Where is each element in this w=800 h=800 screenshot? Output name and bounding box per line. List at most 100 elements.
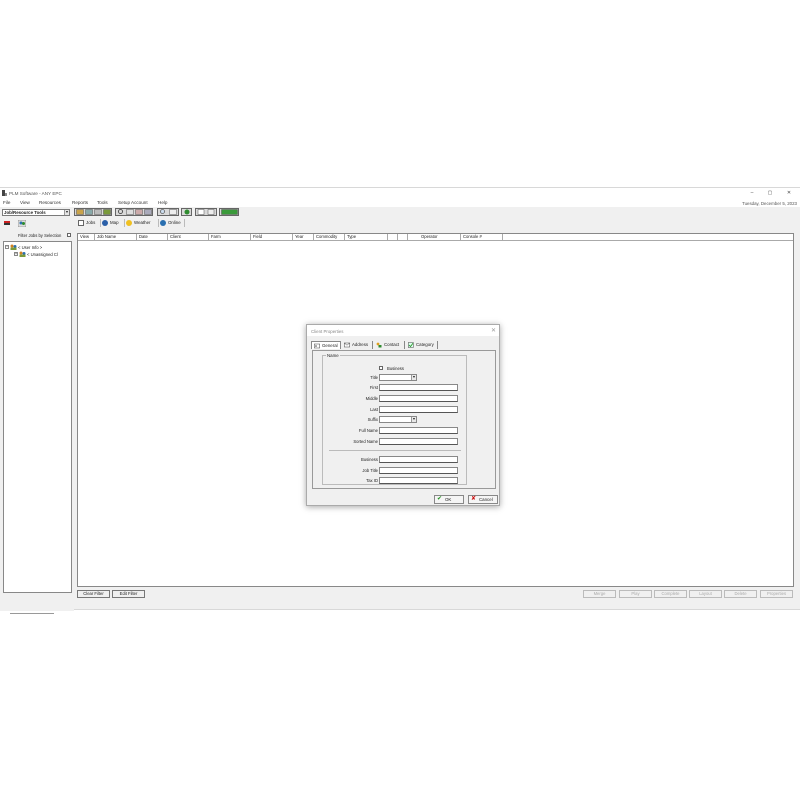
document-icon[interactable]	[197, 209, 205, 215]
cancel-button[interactable]: ✘ Cancel	[468, 495, 498, 504]
clear-filter-button[interactable]: Clear Filter	[77, 590, 110, 598]
tab-map[interactable]: Map	[101, 219, 125, 227]
business-label: Business	[361, 457, 378, 462]
tab-online[interactable]: Online	[159, 219, 185, 227]
tab-address[interactable]: Address	[342, 341, 373, 349]
delete-button[interactable]: Delete	[724, 590, 757, 598]
menu-file[interactable]: File	[3, 200, 10, 205]
chevron-down-icon[interactable]: ▼	[411, 375, 416, 380]
new-job-icon[interactable]	[76, 209, 84, 215]
column-header-view[interactable]: View	[78, 234, 95, 240]
tax-id-row: Tax ID	[323, 477, 468, 484]
flag-icon[interactable]	[3, 220, 11, 227]
ok-button[interactable]: ✔ OK	[434, 495, 464, 504]
horizontal-scrollbar[interactable]	[10, 613, 54, 614]
first-row: First	[323, 384, 468, 391]
tax-id-input[interactable]	[379, 477, 458, 484]
globe-icon	[102, 220, 108, 226]
column-header-type[interactable]: Type	[345, 234, 388, 240]
middle-row: Middle	[323, 395, 468, 402]
column-header-blank[interactable]	[398, 234, 408, 240]
column-header-year[interactable]: Year	[293, 234, 314, 240]
business-checkbox[interactable]	[379, 366, 383, 370]
zoom-icon[interactable]	[159, 209, 167, 215]
envelope-icon	[344, 342, 350, 348]
dialog-close-icon[interactable]: ✕	[491, 327, 496, 334]
tab-label: Map	[110, 220, 119, 225]
layout-button[interactable]: Layout	[689, 590, 722, 598]
sorted-name-input[interactable]	[379, 438, 458, 445]
report-icon[interactable]	[207, 209, 215, 215]
menu-bar: File View Resources Reports Tools Setup …	[0, 198, 800, 207]
menu-view[interactable]: View	[20, 200, 30, 205]
suffix-select[interactable]: ▼	[379, 416, 417, 423]
complete-button[interactable]: Complete	[654, 590, 687, 598]
column-header-console[interactable]: Console #	[461, 234, 503, 240]
category-check-icon	[408, 342, 414, 348]
middle-name-input[interactable]	[379, 395, 458, 402]
open-job-icon[interactable]	[85, 209, 93, 215]
tab-general[interactable]: General	[311, 341, 341, 349]
first-name-input[interactable]	[379, 384, 458, 391]
tab-jobs[interactable]: Jobs	[77, 219, 101, 227]
tab-label: Jobs	[86, 220, 96, 225]
tool-select[interactable]: Job/Resource Tools ▼	[2, 209, 70, 216]
column-header-job-name[interactable]: Job Name	[95, 234, 137, 240]
chevron-down-icon[interactable]: ▼	[64, 210, 69, 215]
collapse-icon[interactable]: −	[5, 245, 9, 249]
expand-icon[interactable]: +	[14, 252, 18, 256]
map-grid-icon[interactable]	[221, 209, 238, 215]
column-header-farm[interactable]: Farm	[209, 234, 251, 240]
edit-filter-button[interactable]: Edit Filter	[112, 590, 145, 598]
tab-contact[interactable]: Contact	[374, 341, 405, 349]
menu-reports[interactable]: Reports	[72, 200, 88, 205]
maximize-button[interactable]: ▢	[762, 189, 778, 197]
play-button[interactable]: Play	[619, 590, 652, 598]
chevron-down-icon[interactable]: ▼	[411, 417, 416, 422]
title-select[interactable]: ▼	[379, 374, 417, 381]
column-header-blank[interactable]	[388, 234, 398, 240]
tab-weather[interactable]: Weather	[125, 219, 159, 227]
dialog-title-bar: Client Properties ✕	[307, 325, 499, 336]
resource-tree[interactable]: − < User Info > + < Unassigned Cl	[3, 241, 72, 593]
users-icon[interactable]	[18, 220, 26, 227]
menu-tools[interactable]: Tools	[97, 200, 108, 205]
field-icon[interactable]	[144, 209, 152, 215]
column-header-date[interactable]: Date	[137, 234, 168, 240]
full-name-input[interactable]	[379, 427, 458, 434]
full-name-row: Full Name	[323, 427, 468, 434]
filter-checkbox[interactable]	[67, 232, 71, 237]
column-header-commodity[interactable]: Commodity	[314, 234, 345, 240]
job-title-input[interactable]	[379, 467, 458, 474]
minimize-button[interactable]: –	[744, 189, 760, 197]
refresh-icon[interactable]	[183, 209, 191, 215]
last-row: Last	[323, 406, 468, 413]
close-button[interactable]: ✕	[781, 189, 797, 197]
job-title-label: Job Title	[362, 468, 378, 473]
job-grid-icon[interactable]	[103, 209, 111, 215]
menu-resources[interactable]: Resources	[39, 200, 61, 205]
merge-button[interactable]: Merge	[583, 590, 616, 598]
farm-icon[interactable]	[135, 209, 143, 215]
last-name-input[interactable]	[379, 406, 458, 413]
tab-label: General	[322, 343, 338, 348]
job-list-icon[interactable]	[94, 209, 102, 215]
client-icon[interactable]	[126, 209, 134, 215]
menu-setup-account[interactable]: Setup Account	[118, 200, 148, 205]
tool-select-value: Job/Resource Tools	[4, 210, 46, 215]
tab-category[interactable]: Category	[406, 341, 438, 349]
app-logo-icon	[2, 190, 7, 196]
menu-help[interactable]: Help	[158, 200, 167, 205]
column-header-field[interactable]: Field	[251, 234, 293, 240]
column-header-operator[interactable]: Operator	[419, 234, 461, 240]
filter-by-selection: Filter Jobs by Selection	[2, 231, 72, 239]
search-icon[interactable]	[117, 209, 125, 215]
business-input[interactable]	[379, 456, 458, 463]
toolbar-group-map	[219, 208, 239, 216]
main-tabs: Jobs Map Weather Online	[74, 218, 800, 228]
full-name-label: Full Name	[358, 428, 378, 433]
column-header-client[interactable]: Client	[168, 234, 209, 240]
suffix-row: Suffix ▼	[323, 416, 468, 423]
edit-icon[interactable]	[169, 209, 177, 215]
properties-button[interactable]: Properties	[760, 590, 793, 598]
